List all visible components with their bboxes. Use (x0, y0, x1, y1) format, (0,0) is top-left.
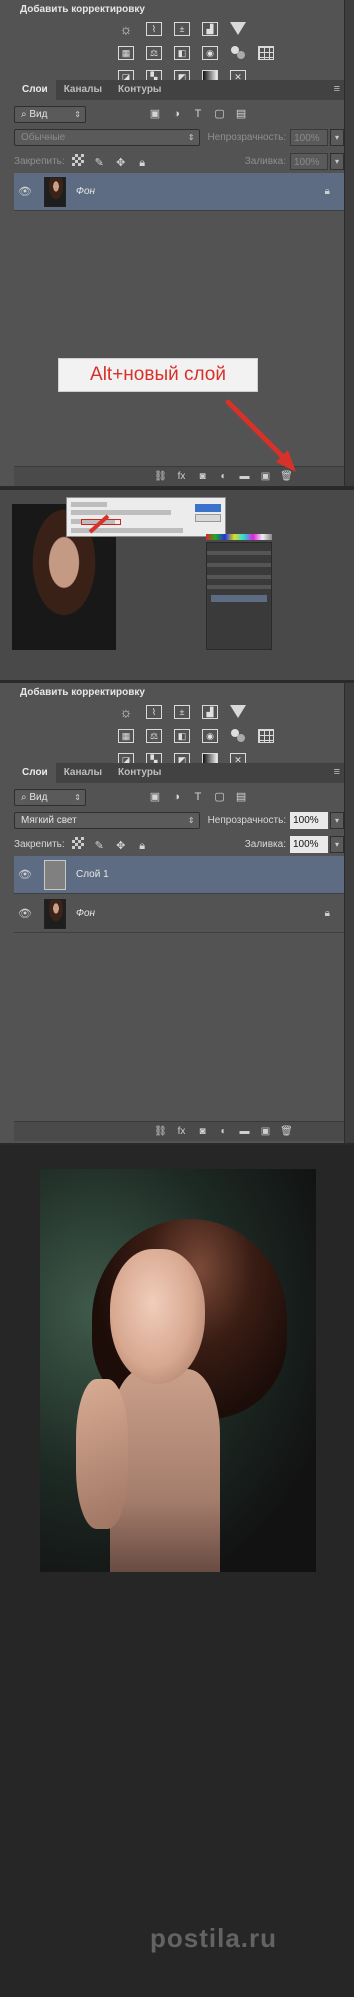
smart-object-filter-icon[interactable]: ▤ (235, 791, 247, 803)
eye-icon[interactable]: 👁︎ (14, 907, 36, 920)
chevron-updown-icon: ⇕ (187, 815, 195, 825)
mini-selected-layer (211, 595, 267, 602)
adjustments-title: Добавить корректировку (20, 687, 145, 698)
panel-menu-icon[interactable]: ≡ (334, 763, 340, 783)
hue-saturation-icon[interactable]: ▦ (118, 729, 134, 743)
search-icon: ⌕ (21, 791, 30, 803)
lock-row: Закрепить: ✎ ✥ 🔒︎ Заливка: 100% ▾ (14, 833, 344, 855)
layer-thumbnail (44, 859, 66, 890)
swatches-strip (206, 534, 272, 540)
mask-icon[interactable]: ◙ (192, 1126, 213, 1137)
layers-panel-after: Добавить корректировку ☼ ⌇ ± ▟ ▦ ⚖ ◧ ◉ ◪… (0, 683, 354, 1143)
portrait-hand (76, 1379, 128, 1529)
new-layer-icon[interactable]: ▣ (255, 1126, 276, 1137)
annotation-arrow (225, 399, 296, 472)
portrait-face (110, 1249, 205, 1384)
adjustments-grid: ☼ ⌇ ± ▟ ▦ ⚖ ◧ ◉ ◪ ▚ ◩ ✕ (118, 705, 274, 767)
watermark: postila.ru (150, 1923, 278, 1953)
blend-mode-value: Мягкий свет (21, 814, 77, 826)
vibrance-icon[interactable] (230, 705, 246, 718)
mini-layers-panel (206, 542, 272, 650)
adjustment-filter-icon[interactable]: ◑ (171, 791, 183, 803)
layer-thumbnail (44, 898, 66, 929)
black-white-icon[interactable]: ◧ (174, 729, 190, 743)
trash-icon[interactable]: 🗑︎ (276, 1126, 297, 1137)
color-lookup-icon[interactable] (258, 729, 274, 743)
channel-mixer-icon[interactable] (230, 729, 246, 743)
filter-label: Вид (29, 791, 48, 803)
fill-input[interactable]: 100% (290, 835, 328, 853)
lock-transparency-icon[interactable] (71, 836, 84, 849)
opacity-input[interactable]: 100% (290, 811, 329, 829)
lock-icon: 🔒︎ (324, 908, 330, 919)
opacity-label: Непрозрачность: (207, 814, 287, 826)
adjustment-layer-icon[interactable]: ◐ (213, 1126, 234, 1137)
photo-filter-icon[interactable]: ◉ (202, 729, 218, 743)
fx-icon[interactable]: fx (171, 1126, 192, 1137)
lock-label: Закрепить: (14, 838, 65, 850)
image-filter-icon[interactable]: ▣ (149, 791, 161, 803)
lock-icons: ✎ ✥ 🔒︎ (65, 836, 149, 852)
color-balance-icon[interactable]: ⚖ (146, 729, 162, 743)
blend-mode-dropdown[interactable]: Мягкий свет ⇕ (14, 811, 200, 829)
filter-dropdown[interactable]: ⌕ Вид ⇕ (14, 788, 86, 806)
filter-icons: ▣ ◑ T ▢ ▤ (142, 791, 247, 803)
blend-row: Мягкий свет ⇕ Непрозрачность: 100% ▾ (14, 809, 344, 831)
lock-pixels-icon[interactable]: ✎ (93, 840, 105, 852)
new-layer-dialog-screenshot (0, 490, 354, 680)
eye-icon[interactable]: 👁︎ (14, 868, 36, 881)
opacity-chevron-icon[interactable]: ▾ (330, 811, 344, 829)
layers-tabs: Слои Каналы Контуры ≡ (14, 763, 344, 783)
fill-chevron-icon[interactable]: ▾ (330, 835, 344, 853)
dialog-arrow (88, 514, 110, 534)
layer-row-layer1[interactable]: 👁︎ Слой 1 (14, 856, 344, 894)
filter-row: ⌕ Вид ⇕ ▣ ◑ T ▢ ▤ (14, 786, 344, 808)
result-section: postila.ru (0, 1145, 354, 1997)
levels-icon[interactable]: ▟ (202, 705, 218, 719)
exposure-icon[interactable]: ± (174, 705, 190, 719)
chevron-updown-icon: ⇕ (74, 792, 81, 802)
layer-name: Слой 1 (76, 869, 109, 880)
brightness-icon[interactable]: ☼ (118, 705, 134, 719)
shape-filter-icon[interactable]: ▢ (214, 791, 226, 803)
tab-channels[interactable]: Каналы (56, 763, 110, 783)
result-portrait (40, 1169, 316, 1572)
panel-scrollbar[interactable] (344, 683, 354, 1143)
tab-layers[interactable]: Слои (14, 763, 56, 783)
layers-bottom-bar: ⛓︎ fx ◙ ◐ ▬ ▣ 🗑︎ (14, 1121, 344, 1141)
tab-paths[interactable]: Контуры (110, 763, 169, 783)
fill-label: Заливка: (244, 838, 286, 850)
layer-name: Фон (76, 908, 96, 919)
curves-icon[interactable]: ⌇ (146, 705, 162, 719)
link-icon[interactable]: ⛓︎ (150, 1126, 171, 1137)
group-folder-icon[interactable]: ▬ (234, 1126, 255, 1137)
lock-position-icon[interactable]: ✥ (115, 840, 127, 852)
lock-all-icon[interactable]: 🔒︎ (136, 840, 148, 852)
type-filter-icon[interactable]: T (192, 791, 204, 803)
layer-row-background[interactable]: 👁︎ Фон 🔒︎ (14, 895, 344, 933)
